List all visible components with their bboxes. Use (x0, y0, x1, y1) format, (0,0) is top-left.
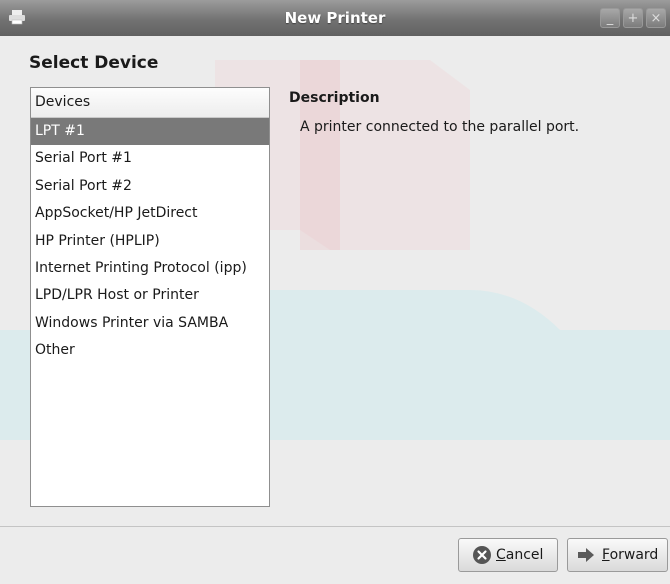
window-title: New Printer (284, 9, 386, 27)
forward-label: Forward (602, 547, 659, 563)
list-item[interactable]: Serial Port #2 (31, 173, 269, 200)
minimize-button[interactable]: _ (600, 8, 620, 28)
description-text: A printer connected to the parallel port… (300, 119, 580, 135)
list-item[interactable]: Serial Port #1 (31, 145, 269, 172)
device-list-header[interactable]: Devices (31, 88, 269, 118)
device-list[interactable]: Devices LPT #1 Serial Port #1 Serial Por… (30, 87, 270, 507)
list-item[interactable]: LPT #1 (31, 118, 269, 146)
forward-arrow-icon (578, 548, 594, 562)
maximize-button[interactable]: + (623, 8, 643, 28)
page-title: Select Device (29, 53, 159, 73)
cancel-label: Cancel (496, 547, 544, 563)
list-item[interactable]: HP Printer (HPLIP) (31, 228, 269, 255)
cancel-icon (473, 546, 491, 564)
forward-button[interactable]: Forward (567, 538, 668, 572)
list-item[interactable]: AppSocket/HP JetDirect (31, 200, 269, 227)
description-title: Description (289, 90, 380, 106)
close-button[interactable]: × (646, 8, 666, 28)
button-divider (0, 526, 670, 527)
list-item[interactable]: Other (31, 337, 269, 364)
title-bar[interactable]: New Printer _ + × (0, 0, 670, 36)
list-item[interactable]: Internet Printing Protocol (ipp) (31, 255, 269, 282)
list-item[interactable]: Windows Printer via SAMBA (31, 310, 269, 337)
list-item[interactable]: LPD/LPR Host or Printer (31, 282, 269, 309)
cancel-button[interactable]: Cancel (458, 538, 558, 572)
